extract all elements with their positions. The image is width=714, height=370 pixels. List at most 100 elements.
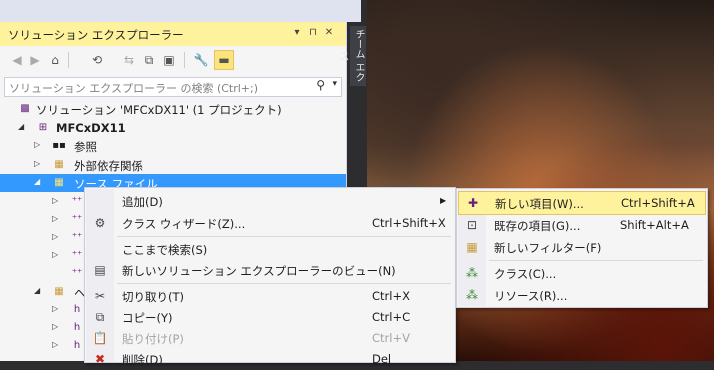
show-all-files-icon[interactable]: ▣ xyxy=(160,51,178,69)
search-input[interactable]: ソリューション エクスプローラー の検索 (Ctrl+;) xyxy=(9,80,258,96)
menu-item-label: ここまで検索(S) xyxy=(122,243,208,257)
menu-item-add[interactable]: 追加(D) ▶ xyxy=(86,190,454,212)
collapsed-arrow-icon[interactable]: ▷ xyxy=(52,196,58,205)
home-icon[interactable]: ⌂ xyxy=(46,51,64,69)
toolbar-separator xyxy=(184,52,185,68)
new-view-icon: ▤ xyxy=(94,263,106,277)
paste-icon: 📋 xyxy=(92,331,108,345)
menu-item-label: クラス(C)... xyxy=(494,267,557,281)
team-explorer-tab[interactable]: チーム エクス xyxy=(337,26,366,86)
menu-item-label: 追加(D) xyxy=(122,195,163,209)
history-icon[interactable]: ⟲ xyxy=(88,51,106,69)
back-icon[interactable]: ◀ xyxy=(8,51,26,69)
menu-item-new-view[interactable]: ▤ 新しいソリューション エクスプローラーのビュー(N) xyxy=(86,259,454,281)
collapsed-arrow-icon[interactable]: ▷ xyxy=(52,322,58,331)
tree-item-label: 外部依存関係 xyxy=(74,159,143,173)
filter-folder-icon: ▦ xyxy=(54,286,64,297)
collapsed-arrow-icon[interactable]: ▷ xyxy=(34,159,40,168)
cpp-file-icon: ⁺⁺ xyxy=(71,196,83,207)
menu-separator xyxy=(489,260,703,261)
toolbar-separator xyxy=(68,52,69,68)
pin-icon[interactable]: ⊓ xyxy=(306,26,320,40)
menu-item-shortcut: Ctrl+X xyxy=(372,289,410,303)
menu-item-label: 既存の項目(G)... xyxy=(494,219,581,233)
menu-item-scope-to-this[interactable]: ここまで検索(S) xyxy=(86,238,454,260)
tree-item-external-deps[interactable]: ▷ ▦ 外部依存関係 xyxy=(0,156,346,174)
panel-toolbar: ◀ ▶ ⌂ ⟲ ⇆ ⧉ ▣ 🔧 ▬ xyxy=(0,46,346,74)
tree-item-project[interactable]: ◢ ⊞ MFCxDX11 xyxy=(0,119,346,137)
collapsed-arrow-icon[interactable]: ▷ xyxy=(34,140,40,149)
menu-item-shortcut: Ctrl+Shift+X xyxy=(372,216,446,230)
collapsed-arrow-icon[interactable]: ▷ xyxy=(52,304,58,313)
new-item-icon: ✚ xyxy=(467,196,479,210)
cpp-project-icon: ⊞ xyxy=(38,122,48,133)
sync-icon[interactable]: ⇆ xyxy=(120,51,138,69)
tree-item-label: MFCxDX11 xyxy=(56,121,126,135)
existing-item-icon: ⊡ xyxy=(466,218,478,232)
menu-item-label: クラス ウィザード(Z)... xyxy=(122,217,246,231)
submenu-item-existing-item[interactable]: ⊡ 既存の項目(G)... Shift+Alt+A xyxy=(458,214,704,236)
copy-icon: ⧉ xyxy=(95,310,105,324)
document-tab-strip xyxy=(0,0,361,23)
cpp-file-icon: ⁺⁺ xyxy=(71,214,83,225)
cpp-file-icon: ⁺⁺ xyxy=(71,250,83,261)
folder-icon: ▦ xyxy=(54,159,64,170)
collapsed-arrow-icon[interactable]: ▷ xyxy=(52,340,58,349)
menu-item-label: コピー(Y) xyxy=(122,311,173,325)
references-icon: ▪▪ xyxy=(52,140,66,151)
menu-separator xyxy=(117,236,451,237)
panel-titlebar[interactable]: ソリューション エクスプローラー ▾ ⊓ ✕ xyxy=(0,22,346,46)
expanded-arrow-icon[interactable]: ◢ xyxy=(34,177,40,186)
tree-item-label: ソリューション 'MFCxDX11' (1 プロジェクト) xyxy=(36,103,282,117)
delete-icon: ✖ xyxy=(94,352,106,366)
header-file-icon: h xyxy=(73,322,81,333)
menu-item-shortcut: Del xyxy=(372,352,392,366)
menu-item-delete[interactable]: ✖ 削除(D) Del xyxy=(86,348,454,370)
collapsed-arrow-icon[interactable]: ▷ xyxy=(52,214,58,223)
search-icon[interactable]: ⚲ xyxy=(316,78,325,92)
menu-item-shortcut: Ctrl+Shift+A xyxy=(621,196,695,210)
class-wizard-icon: ⚙ xyxy=(94,216,106,230)
search-box[interactable]: ソリューション エクスプローラー の検索 (Ctrl+;) ⚲ ▾ xyxy=(4,77,342,97)
search-dropdown-icon[interactable]: ▾ xyxy=(332,79,337,89)
tree-item-solution[interactable]: ▩ ソリューション 'MFCxDX11' (1 プロジェクト) xyxy=(0,100,346,118)
submenu-item-resource[interactable]: ⁂ リソース(R)... xyxy=(458,284,704,306)
submenu-arrow-icon: ▶ xyxy=(440,196,447,205)
tree-item-references[interactable]: ▷ ▪▪ 参照 xyxy=(0,137,346,155)
menu-item-cut[interactable]: ✂ 切り取り(T) Ctrl+X xyxy=(86,285,454,307)
menu-item-label: 新しい項目(W)... xyxy=(495,197,584,211)
expanded-arrow-icon[interactable]: ◢ xyxy=(34,286,40,295)
context-menu: 追加(D) ▶ ⚙ クラス ウィザード(Z)... Ctrl+Shift+X こ… xyxy=(84,187,456,367)
menu-item-class-wizard[interactable]: ⚙ クラス ウィザード(Z)... Ctrl+Shift+X xyxy=(86,212,454,234)
properties-icon[interactable]: 🔧 xyxy=(192,51,210,69)
menu-item-copy[interactable]: ⧉ コピー(Y) Ctrl+C xyxy=(86,306,454,328)
expanded-arrow-icon[interactable]: ◢ xyxy=(18,122,24,131)
dropdown-icon[interactable]: ▾ xyxy=(290,26,304,40)
cpp-file-icon: ⁺⁺ xyxy=(71,268,83,279)
class-icon: ⁂ xyxy=(466,266,478,280)
menu-item-paste[interactable]: 📋 貼り付け(P) Ctrl+V xyxy=(86,327,454,349)
menu-separator xyxy=(117,283,451,284)
collapsed-arrow-icon[interactable]: ▷ xyxy=(52,250,58,259)
menu-item-label: リソース(R)... xyxy=(494,289,568,303)
scissors-icon: ✂ xyxy=(94,289,106,303)
panel-title: ソリューション エクスプローラー xyxy=(8,28,184,42)
menu-item-label: 新しいフィルター(F) xyxy=(494,241,602,255)
resource-icon: ⁂ xyxy=(466,288,478,302)
new-filter-icon: ▦ xyxy=(466,240,478,254)
filter-folder-icon: ▦ xyxy=(54,177,64,188)
submenu-item-new-filter[interactable]: ▦ 新しいフィルター(F) xyxy=(458,236,704,258)
submenu-item-new-item[interactable]: ✚ 新しい項目(W)... Ctrl+Shift+A xyxy=(458,191,706,215)
collapse-all-icon[interactable]: ⧉ xyxy=(140,51,158,69)
tree-item-label: 参照 xyxy=(74,140,97,154)
menu-item-label: 貼り付け(P) xyxy=(122,332,184,346)
close-icon[interactable]: ✕ xyxy=(322,26,336,40)
header-file-icon: h xyxy=(73,340,81,351)
collapsed-arrow-icon[interactable]: ▷ xyxy=(52,232,58,241)
add-submenu: ✚ 新しい項目(W)... Ctrl+Shift+A ⊡ 既存の項目(G)...… xyxy=(456,188,708,308)
preview-icon[interactable]: ▬ xyxy=(214,50,234,70)
forward-icon[interactable]: ▶ xyxy=(26,51,44,69)
submenu-item-class[interactable]: ⁂ クラス(C)... xyxy=(458,262,704,284)
menu-item-label: 新しいソリューション エクスプローラーのビュー(N) xyxy=(122,264,396,278)
menu-item-label: 切り取り(T) xyxy=(122,290,184,304)
